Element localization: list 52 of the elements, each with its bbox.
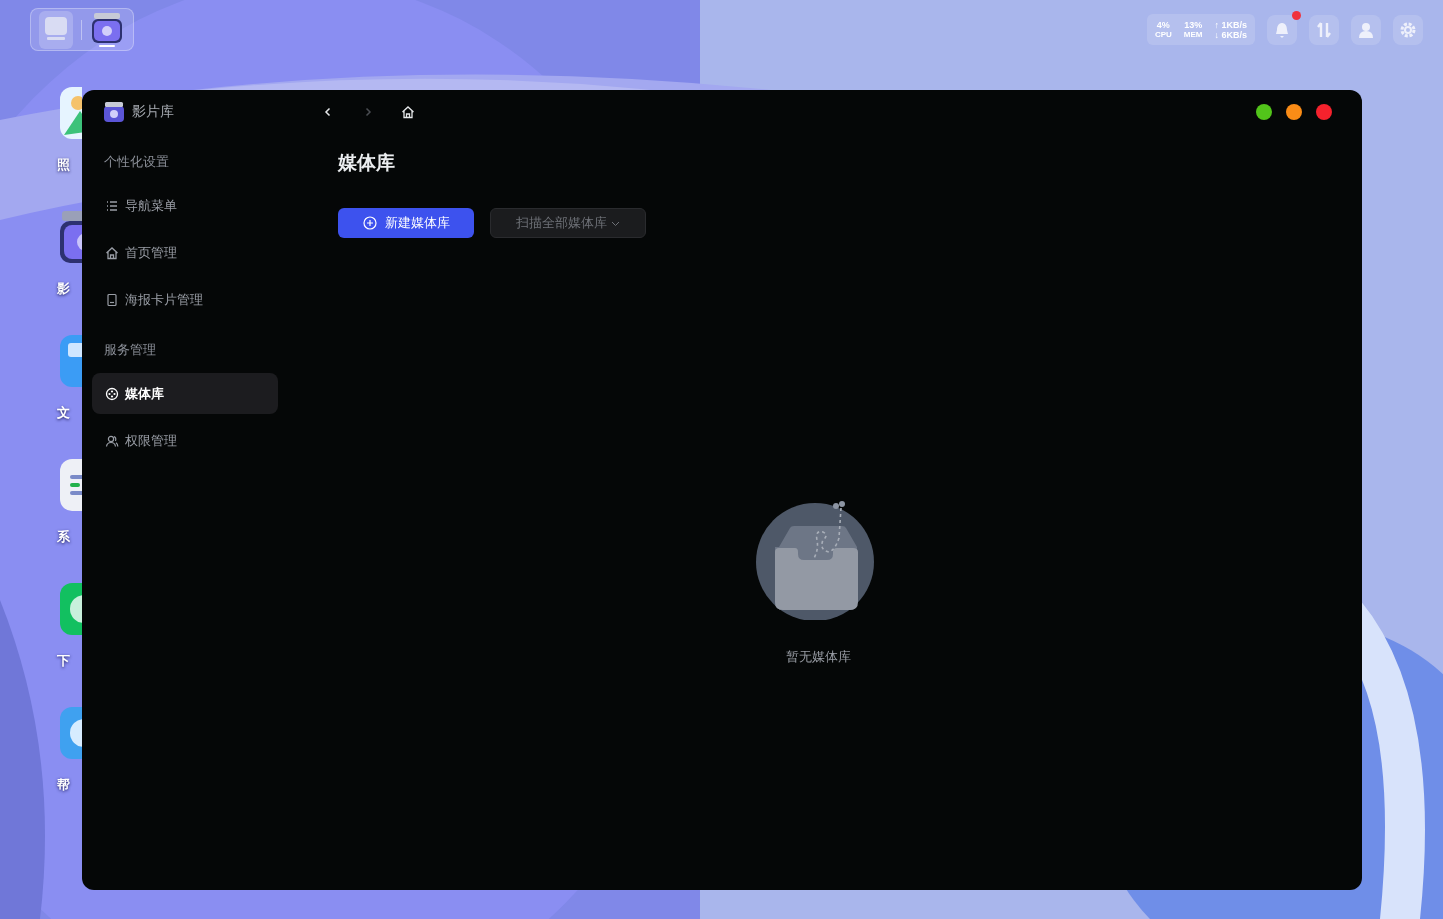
memory-label: MEM	[1183, 29, 1203, 40]
bell-icon	[1273, 20, 1291, 39]
window-title: 影片库	[132, 102, 174, 121]
home-icon	[401, 104, 415, 119]
transfer-icon	[1315, 20, 1333, 39]
memory-value: 13%	[1184, 19, 1203, 30]
page-title: 媒体库	[338, 153, 396, 172]
maximize-button[interactable]	[1256, 103, 1272, 120]
desktop-icon-label: 文	[57, 406, 70, 419]
settings-icon	[1399, 20, 1417, 39]
upload-speed: ↑ 1KB/s	[1214, 19, 1247, 30]
desktop-icon-label: 系	[57, 530, 70, 543]
sidebar-item[interactable]: 海报卡片管理	[92, 279, 278, 320]
folder-icon[interactable]	[60, 335, 82, 387]
clapperboard-icon[interactable]	[60, 211, 82, 263]
clapperboard-icon	[104, 101, 124, 122]
desktop-icon-label: 影	[57, 282, 70, 295]
poster-icon	[105, 292, 119, 307]
empty-state-message: 暂无媒体库	[785, 648, 851, 666]
list-icon	[105, 198, 119, 213]
sidebar-section-heading: 服务管理	[103, 340, 157, 359]
chevron-left-icon	[323, 106, 333, 117]
help-icon[interactable]	[60, 707, 82, 759]
settings-button[interactable]	[1393, 14, 1423, 45]
sidebar-section-heading: 个性化设置	[103, 152, 170, 171]
photo-icon[interactable]	[60, 87, 82, 139]
clapperboard-icon[interactable]	[90, 10, 124, 49]
sidebar-item[interactable]: 权限管理	[92, 420, 278, 461]
desktop-icon-label: 照	[57, 158, 70, 171]
add-icon	[362, 216, 377, 230]
users-icon	[105, 433, 119, 448]
download-speed: ↓ 6KB/s	[1214, 29, 1247, 40]
close-button[interactable]	[1316, 103, 1332, 120]
film-reel-icon	[105, 386, 119, 401]
user-icon	[1357, 20, 1375, 39]
sidebar-item[interactable]: 导航菜单	[92, 185, 278, 226]
home-icon	[105, 245, 119, 260]
desktop-icon[interactable]	[39, 10, 73, 49]
chevron-right-icon	[363, 106, 373, 117]
sidebar-item[interactable]: 首页管理	[92, 232, 278, 273]
settings-panel-icon[interactable]	[60, 459, 82, 511]
transfer-button[interactable]	[1309, 14, 1339, 45]
cloud-download-icon[interactable]	[60, 583, 82, 635]
scan-libraries-dropdown[interactable]: 扫描全部媒体库	[490, 208, 646, 238]
new-library-button[interactable]: 新建媒体库	[338, 208, 474, 238]
sidebar-item[interactable]: 媒体库	[92, 373, 278, 414]
minimize-button[interactable]	[1286, 103, 1302, 120]
desktop-icon-label: 帮	[57, 778, 70, 791]
cpu-value: 4%	[1156, 19, 1170, 30]
cpu-label: CPU	[1154, 29, 1172, 40]
desktop-icon-label: 下	[57, 654, 70, 667]
user-button[interactable]	[1351, 14, 1381, 45]
